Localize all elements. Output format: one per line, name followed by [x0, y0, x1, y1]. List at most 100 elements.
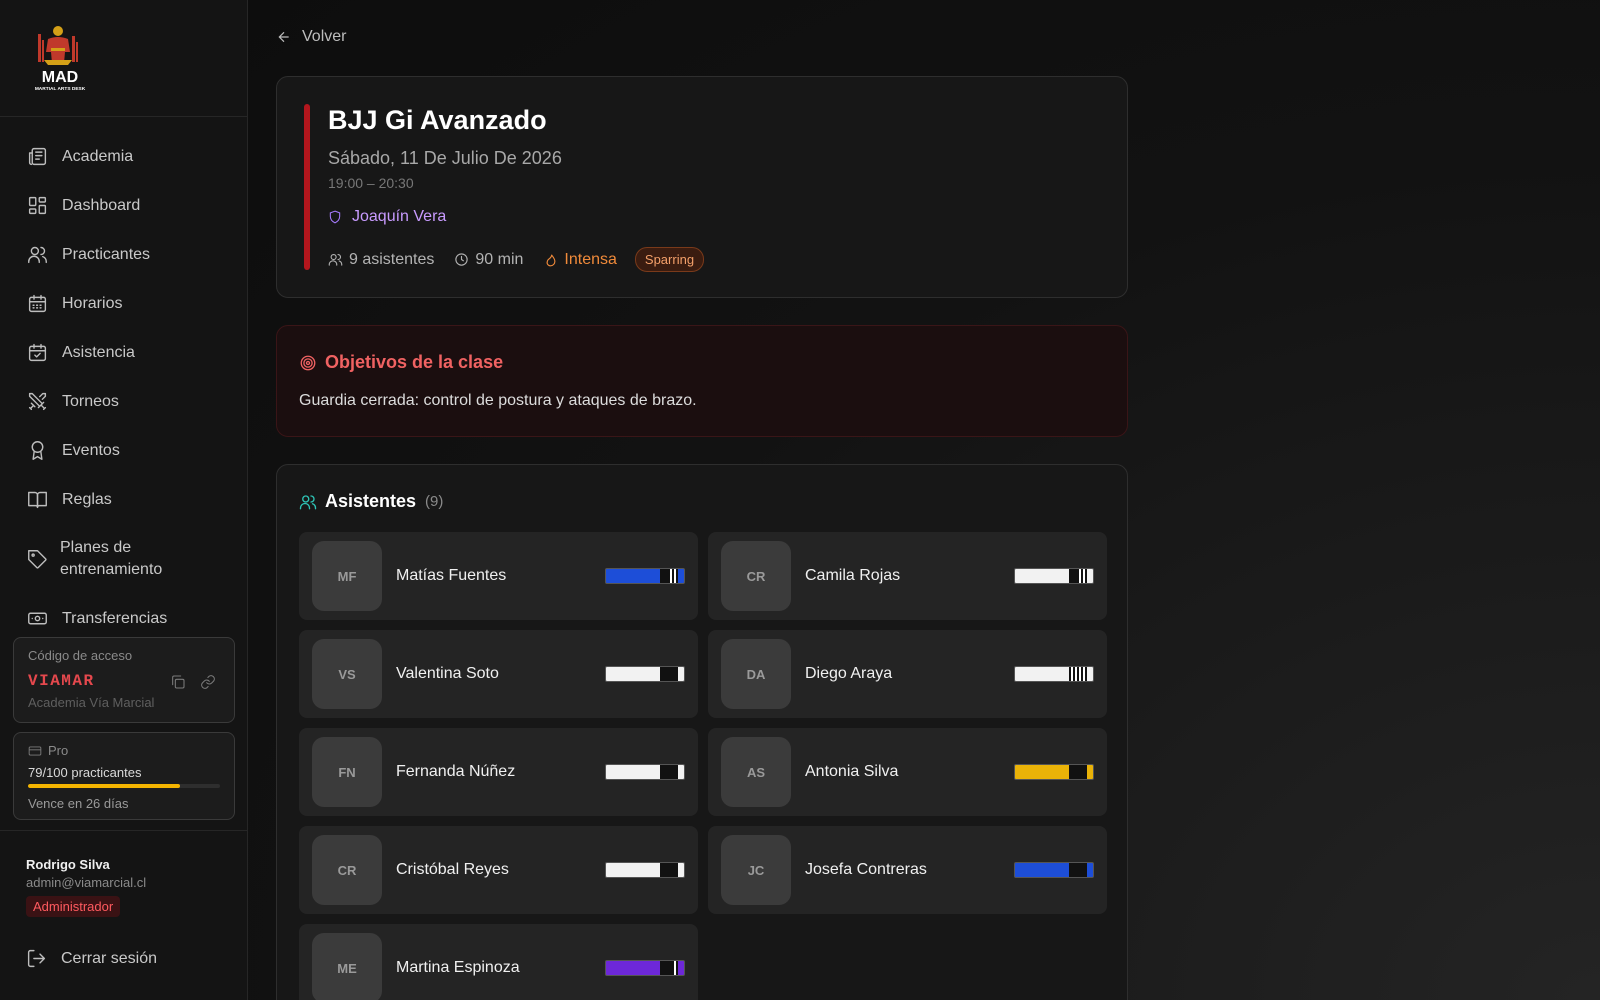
- duration-label: 90 min: [475, 250, 524, 268]
- attendee-name: Antonia Silva: [805, 763, 899, 780]
- avatar: MF: [312, 541, 382, 611]
- sidebar-item-label: Torneos: [62, 392, 119, 410]
- attendee-name: Diego Araya: [805, 665, 893, 682]
- belt-stripe: [674, 569, 676, 583]
- belt-rank-indicator: [1014, 862, 1094, 878]
- user-divider: [0, 830, 248, 831]
- sidebar-item-label: Practicantes: [62, 245, 151, 263]
- plan-usage-count: 79/100 practicantes: [28, 765, 142, 780]
- back-button[interactable]: Volver: [276, 28, 346, 46]
- sidebar-item-torneos[interactable]: Torneos: [0, 377, 248, 426]
- plan-card: Pro 79/100 practicantes Vence en 26 días: [13, 732, 235, 820]
- award-icon: [26, 440, 48, 462]
- sidebar-item-label: Reglas: [62, 490, 112, 508]
- crossed-swords-icon: [26, 391, 48, 413]
- attendee-name: Fernanda Núñez: [396, 763, 516, 780]
- plan-expiry: Vence en 26 días: [28, 796, 129, 811]
- attendee-name: Josefa Contreras: [805, 861, 927, 878]
- attendee-card[interactable]: FN Fernanda Núñez: [299, 728, 698, 816]
- dashboard-icon: [26, 195, 48, 217]
- logo-divider: [0, 116, 248, 117]
- belt-tip: [660, 667, 678, 681]
- attendees-grid: MF Matías Fuentes CR Camila Rojas VS Valentin…: [299, 532, 1107, 1000]
- avatar: ME: [312, 933, 382, 1000]
- belt-stripe: [1083, 569, 1085, 583]
- main-content: Volver BJJ Gi Avanzado Sábado, 11 De Jul…: [248, 0, 1600, 1000]
- attendee-name: Camila Rojas: [805, 567, 901, 584]
- mad-logo[interactable]: MAD MARTIAL ARTS DESK: [28, 22, 92, 94]
- sidebar: MAD MARTIAL ARTS DESK Academia Dashboard…: [0, 0, 248, 1000]
- svg-text:MAD: MAD: [42, 69, 78, 86]
- sidebar-item-label: Dashboard: [62, 196, 141, 214]
- belt-rank-indicator: [605, 764, 685, 780]
- attendee-card[interactable]: DA Diego Araya: [708, 630, 1107, 718]
- logout-label: Cerrar sesión: [61, 949, 158, 967]
- attendee-card[interactable]: VS Valentina Soto: [299, 630, 698, 718]
- access-code-value: VIAMAR: [28, 672, 95, 690]
- sidebar-item-reglas[interactable]: Reglas: [0, 475, 248, 524]
- copy-icon[interactable]: [170, 674, 186, 690]
- attendee-name: Matías Fuentes: [396, 567, 507, 584]
- sidebar-nav: Academia Dashboard Practicantes Horarios…: [0, 132, 248, 643]
- intensity: Intensa: [543, 250, 617, 269]
- objectives-title: Objetivos de la clase: [325, 352, 504, 372]
- belt-rank-indicator: [1014, 764, 1094, 780]
- access-code-card: Código de acceso VIAMAR Academia Vía Mar…: [13, 637, 235, 723]
- attendee-card[interactable]: CR Camila Rojas: [708, 532, 1107, 620]
- belt-stripe: [670, 569, 672, 583]
- user-profile: Rodrigo Silva admin@viamarcial.cl Admini…: [26, 857, 146, 917]
- instructor-name: Joaquín Vera: [352, 208, 447, 225]
- target-icon: [300, 355, 316, 370]
- objectives-card: Objetivos de la clase Guardia cerrada: c…: [276, 325, 1128, 437]
- calendar-check-icon: [26, 342, 48, 364]
- logout-icon: [27, 949, 46, 968]
- belt-tip: [660, 863, 678, 877]
- back-label: Volver: [302, 28, 347, 45]
- access-code-title: Código de acceso: [28, 648, 133, 663]
- logout-button[interactable]: Cerrar sesión: [26, 948, 157, 969]
- attendees-count-label: 9 asistentes: [349, 250, 435, 268]
- attendee-card[interactable]: CR Cristóbal Reyes: [299, 826, 698, 914]
- link-icon[interactable]: [200, 674, 216, 690]
- sidebar-item-transferencias[interactable]: Transferencias: [0, 594, 248, 643]
- svg-text:MARTIAL ARTS DESK: MARTIAL ARTS DESK: [35, 86, 86, 92]
- belt-stripe: [1071, 667, 1073, 681]
- user-name: Rodrigo Silva: [26, 857, 110, 872]
- belt-tip: [1069, 765, 1087, 779]
- belt-stripe: [674, 961, 676, 975]
- sidebar-item-asistencia[interactable]: Asistencia: [0, 328, 248, 377]
- class-color-accent: [304, 104, 310, 270]
- banknote-icon: [26, 608, 48, 630]
- avatar: CR: [721, 541, 791, 611]
- tag-icon: [26, 548, 48, 570]
- attendee-card[interactable]: ME Martina Espinoza: [299, 924, 698, 1000]
- sidebar-item-academia[interactable]: Academia: [0, 132, 248, 181]
- sidebar-item-eventos[interactable]: Eventos: [0, 426, 248, 475]
- sidebar-item-practicantes[interactable]: Practicantes: [0, 230, 248, 279]
- class-time: 19:00 – 20:30: [328, 175, 414, 191]
- sidebar-item-label: Eventos: [62, 441, 120, 459]
- sidebar-item-horarios[interactable]: Horarios: [0, 279, 248, 328]
- attendees-total: (9): [425, 493, 444, 510]
- intensity-label: Intensa: [564, 250, 617, 268]
- sidebar-item-dashboard[interactable]: Dashboard: [0, 181, 248, 230]
- class-header-card: BJJ Gi Avanzado Sábado, 11 De Julio De 2…: [276, 76, 1128, 298]
- belt-rank-indicator: [605, 666, 685, 682]
- instructor: Joaquín Vera: [328, 208, 446, 226]
- belt-tip: [1069, 863, 1087, 877]
- fighter-emblem-icon: [38, 26, 78, 65]
- attendee-card[interactable]: AS Antonia Silva: [708, 728, 1107, 816]
- attendee-card[interactable]: MF Matías Fuentes: [299, 532, 698, 620]
- users-icon: [299, 494, 317, 509]
- book-icon: [26, 489, 48, 511]
- sidebar-item-planes[interactable]: Planes de entrenamiento: [0, 524, 248, 594]
- avatar: AS: [721, 737, 791, 807]
- flame-icon: [546, 254, 556, 267]
- belt-rank-indicator: [605, 862, 685, 878]
- clock-icon: [455, 253, 469, 266]
- avatar: JC: [721, 835, 791, 905]
- attendees-count: 9 asistentes: [328, 251, 434, 269]
- sidebar-item-label: Planes de entrenamiento: [60, 539, 163, 578]
- attendee-card[interactable]: JC Josefa Contreras: [708, 826, 1107, 914]
- belt-rank-indicator: [1014, 666, 1094, 682]
